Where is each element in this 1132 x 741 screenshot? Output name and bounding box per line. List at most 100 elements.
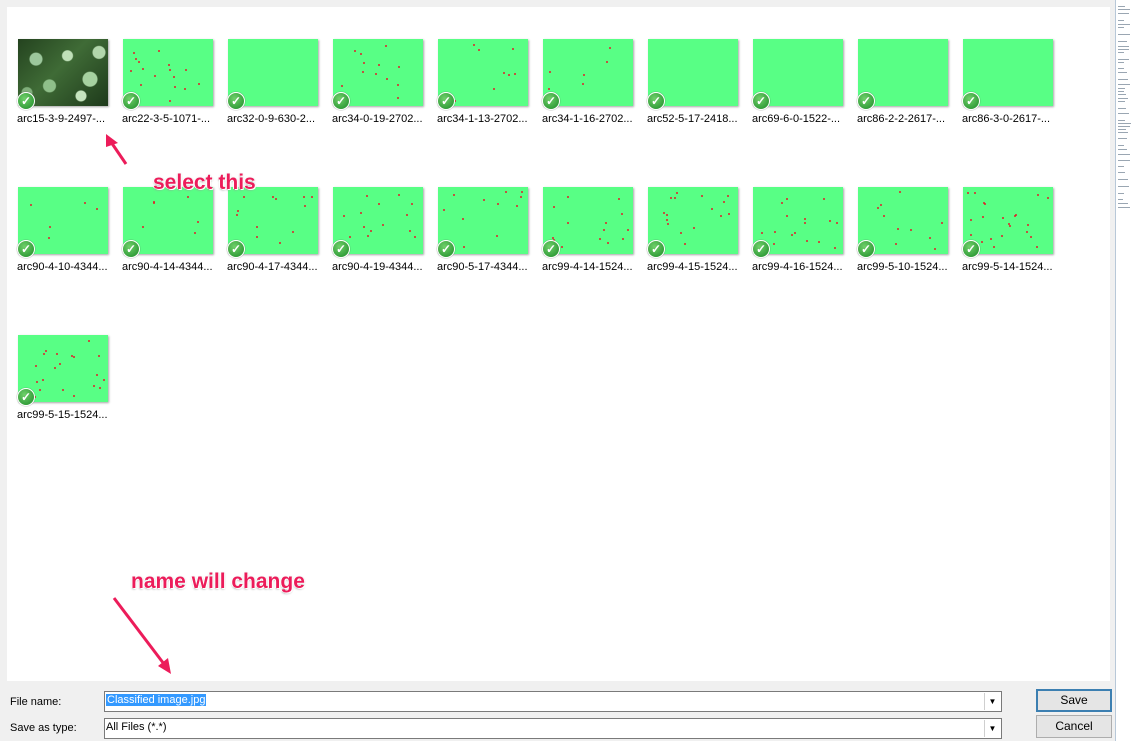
- thumbnail-speckle: [236, 214, 238, 216]
- thumbnail-speckle: [521, 191, 523, 193]
- background-text-line: [1118, 94, 1126, 95]
- thumbnail-speckle: [462, 218, 464, 220]
- background-text-line: [1118, 186, 1129, 187]
- check-circle-icon: ✓: [122, 240, 140, 258]
- thumbnail-speckle: [36, 381, 38, 383]
- thumbnail-speckle: [567, 222, 569, 224]
- file-item[interactable]: ✓ arc34-1-13-2702...: [427, 39, 528, 169]
- thumbnail-speckle: [187, 196, 189, 198]
- background-window-strip: [1115, 0, 1132, 741]
- annotation-select-this: select this: [153, 171, 256, 194]
- file-item[interactable]: ✓ arc34-0-19-2702...: [322, 39, 423, 169]
- thumbnail-speckle: [96, 374, 98, 376]
- chevron-down-icon[interactable]: ▼: [984, 693, 1000, 710]
- thumbnail-speckle: [674, 197, 676, 199]
- thumbnail-speckle: [684, 243, 686, 245]
- file-item[interactable]: ✓ arc90-4-10-4344...: [7, 187, 108, 317]
- thumbnail-speckle: [56, 353, 58, 355]
- file-name-input[interactable]: Classified image.jpg ▼: [104, 691, 1002, 712]
- background-text-line: [1118, 98, 1128, 99]
- file-item[interactable]: ✓ arc90-4-14-4344...: [112, 187, 213, 317]
- thumbnail-speckle: [73, 395, 75, 397]
- file-name-value[interactable]: Classified image.jpg: [106, 694, 207, 706]
- file-item[interactable]: ✓ arc52-5-17-2418...: [637, 39, 738, 169]
- save-button[interactable]: Save: [1036, 689, 1112, 712]
- save-as-type-select[interactable]: All Files (*.*) ▼: [104, 718, 1002, 739]
- background-text-line: [1118, 20, 1124, 21]
- cancel-button[interactable]: Cancel: [1036, 715, 1112, 738]
- thumbnail-speckle: [153, 202, 155, 204]
- thumbnail-speckle: [443, 209, 445, 211]
- file-item[interactable]: ✓ arc69-6-0-1522-...: [742, 39, 843, 169]
- file-item[interactable]: ✓ arc90-5-17-4344...: [427, 187, 528, 317]
- thumbnail-speckle: [366, 195, 368, 197]
- thumbnail-speckle: [567, 196, 569, 198]
- thumbnail-speckle: [194, 232, 196, 234]
- file-item[interactable]: ✓ arc22-3-5-1071-...: [112, 39, 213, 169]
- thumbnail-speckle: [496, 235, 498, 237]
- thumbnail-speckle: [398, 66, 400, 68]
- thumbnail-speckle: [934, 248, 936, 250]
- annotation-name-will-change: name will change: [131, 570, 305, 593]
- file-name: arc86-3-0-2617-...: [962, 113, 1051, 125]
- file-item[interactable]: ✓ arc90-4-17-4344...: [217, 187, 318, 317]
- file-item[interactable]: ✓ arc99-5-10-1524...: [847, 187, 948, 317]
- file-item[interactable]: ✓ arc99-4-16-1524...: [742, 187, 843, 317]
- check-circle-icon: ✓: [542, 240, 560, 258]
- file-item[interactable]: ✓ arc15-3-9-2497-...: [7, 39, 108, 169]
- thumbnail-speckle: [761, 232, 763, 234]
- file-item[interactable]: ✓ arc90-4-19-4344...: [322, 187, 423, 317]
- thumbnail-speckle: [279, 242, 281, 244]
- thumbnail-speckle: [941, 222, 943, 224]
- file-item[interactable]: ✓ arc99-5-14-1524...: [952, 187, 1053, 317]
- thumbnail-speckle: [910, 229, 912, 231]
- check-circle-icon: ✓: [857, 92, 875, 110]
- thumbnail-speckle: [599, 238, 601, 240]
- thumbnail-speckle: [185, 69, 187, 71]
- thumbnail-speckle: [727, 195, 729, 197]
- thumbnail-speckle: [990, 238, 992, 240]
- file-name: arc90-4-14-4344...: [122, 261, 213, 273]
- thumbnail-speckle: [453, 194, 455, 196]
- file-name: arc90-5-17-4344...: [437, 261, 528, 273]
- thumbnail-speckle: [880, 204, 882, 206]
- file-name: arc90-4-17-4344...: [227, 261, 318, 273]
- chevron-down-icon[interactable]: ▼: [984, 720, 1000, 737]
- file-item[interactable]: ✓ arc86-2-2-2617-...: [847, 39, 948, 169]
- check-circle-icon: ✓: [332, 240, 350, 258]
- thumbnail-speckle: [99, 387, 101, 389]
- file-item[interactable]: ✓ arc86-3-0-2617-...: [952, 39, 1053, 169]
- file-item[interactable]: ✓ arc99-4-15-1524...: [637, 187, 738, 317]
- background-text-line: [1118, 129, 1126, 130]
- check-circle-icon: ✓: [227, 240, 245, 258]
- thumbnail-speckle: [370, 230, 372, 232]
- background-text-line: [1118, 149, 1127, 150]
- file-item[interactable]: ✓ arc99-4-14-1524...: [532, 187, 633, 317]
- file-item[interactable]: ✓ arc32-0-9-630-2...: [217, 39, 318, 169]
- background-text-line: [1118, 62, 1124, 63]
- file-item[interactable]: ✓ arc34-1-16-2702...: [532, 39, 633, 169]
- save-as-type-label: Save as type:: [10, 722, 77, 734]
- file-item[interactable]: ✓ arc99-5-15-1524...: [7, 335, 108, 465]
- thumbnail-speckle: [583, 74, 585, 76]
- file-name: arc32-0-9-630-2...: [227, 113, 316, 125]
- file-name: arc99-5-14-1524...: [962, 261, 1053, 273]
- check-circle-icon: ✓: [647, 92, 665, 110]
- file-name: arc34-1-13-2702...: [437, 113, 528, 125]
- thumbnail-speckle: [363, 226, 365, 228]
- thumbnail-speckle: [478, 49, 480, 51]
- thumbnail-speckle: [54, 367, 56, 369]
- thumbnail-speckle: [385, 45, 387, 47]
- background-text-line: [1118, 46, 1129, 47]
- thumbnail-speckle: [378, 203, 380, 205]
- background-text-line: [1118, 59, 1129, 60]
- thumbnail-speckle: [375, 73, 377, 75]
- thumbnail-speckle: [1026, 231, 1028, 233]
- background-text-line: [1118, 79, 1128, 80]
- background-text-line: [1118, 9, 1130, 10]
- thumbnail-speckle: [781, 202, 783, 204]
- thumbnail-speckle: [786, 215, 788, 217]
- background-text-line: [1118, 91, 1124, 92]
- thumbnail-speckle: [275, 198, 277, 200]
- thumbnail-speckle: [173, 76, 175, 78]
